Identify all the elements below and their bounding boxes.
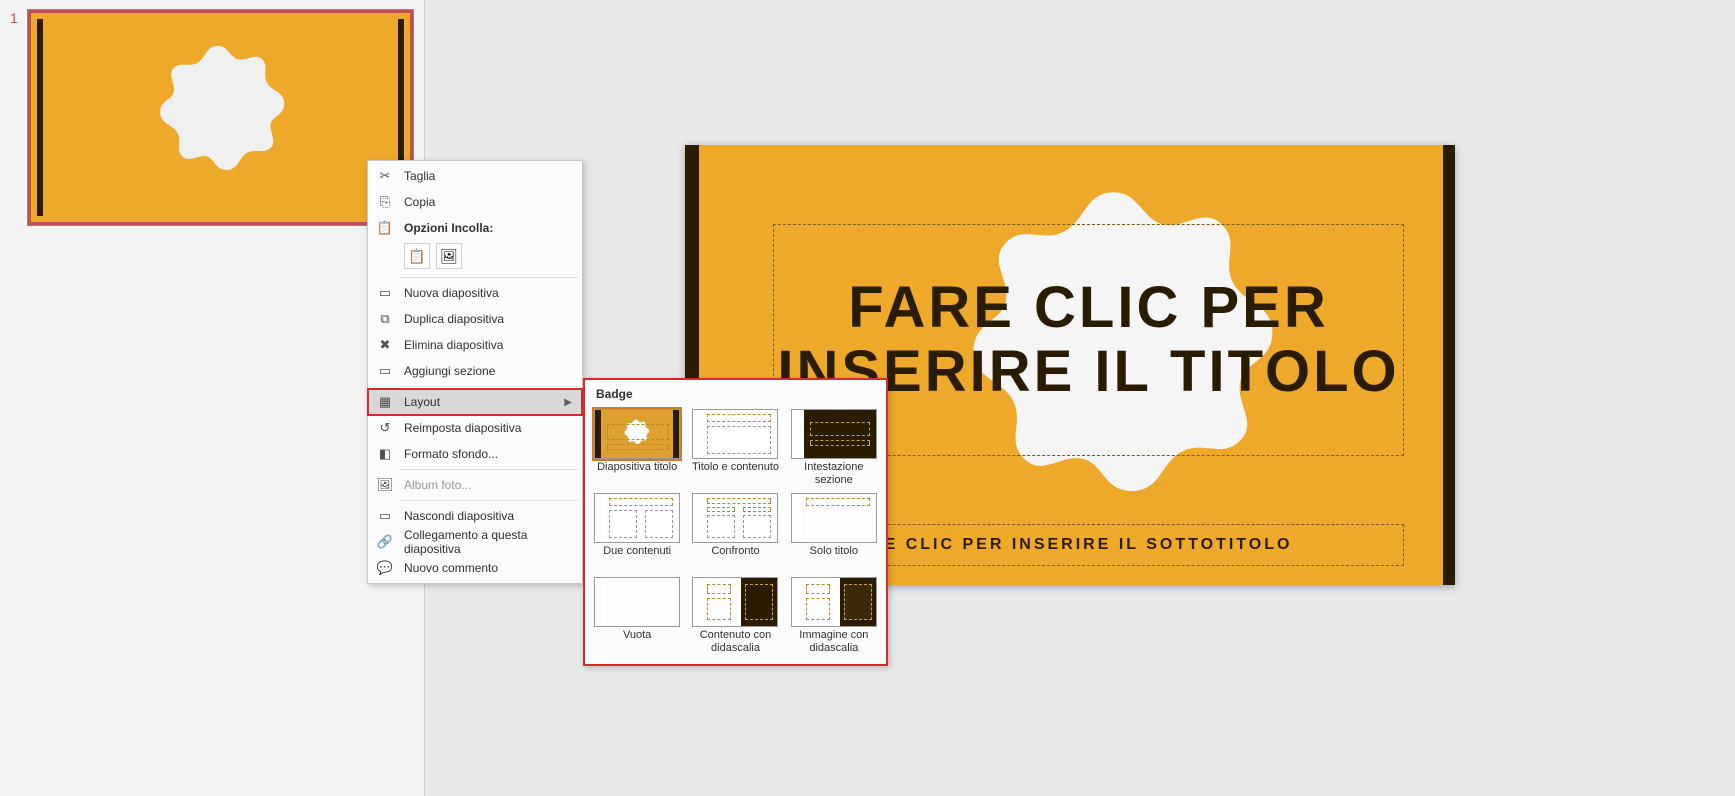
menu-label: Album foto... — [404, 478, 572, 492]
menu-label: Nascondi diapositiva — [404, 509, 572, 523]
layout-preview — [791, 577, 877, 627]
scissors-icon: ✂ — [376, 167, 394, 185]
menu-separator — [400, 500, 578, 501]
delete-icon: ✖ — [376, 336, 394, 354]
slide-context-menu: ✂ Taglia ⎘ Copia 📋 Opzioni Incolla: 📋 🖼 … — [367, 160, 583, 584]
menu-separator — [400, 277, 578, 278]
clipboard-icon: 📋 — [408, 248, 425, 265]
new-slide-icon: ▭ — [376, 284, 394, 302]
layout-option-comparison[interactable]: Confronto — [690, 493, 780, 571]
format-background-icon: ◧ — [376, 445, 394, 463]
menu-link-to-slide[interactable]: 🔗 Collegamento a questa diapositiva — [368, 529, 582, 555]
layout-flyout: Badge Diapositiva titolo Titolo e conten… — [583, 378, 888, 666]
layout-icon: ▦ — [376, 393, 394, 411]
layout-option-two-content[interactable]: Due contenuti — [592, 493, 682, 571]
layout-option-title-only[interactable]: Solo titolo — [789, 493, 879, 571]
layout-label: Titolo e contenuto — [692, 461, 779, 487]
menu-label: Collegamento a questa diapositiva — [404, 528, 572, 556]
photo-album-icon: 🖼 — [376, 476, 394, 494]
layout-option-blank[interactable]: Vuota — [592, 577, 682, 655]
menu-label: Copia — [404, 195, 572, 209]
link-icon: 🔗 — [376, 533, 394, 551]
menu-label: Taglia — [404, 169, 572, 183]
slide-thumbnail-1[interactable] — [28, 10, 413, 225]
menu-label: Nuova diapositiva — [404, 286, 572, 300]
menu-paste-options-header: 📋 Opzioni Incolla: — [368, 215, 582, 241]
menu-separator — [400, 469, 578, 470]
menu-cut[interactable]: ✂ Taglia — [368, 163, 582, 189]
menu-label: Formato sfondo... — [404, 447, 572, 461]
chevron-right-icon: ▶ — [564, 397, 572, 408]
menu-reset-slide[interactable]: ↺ Reimposta diapositiva — [368, 415, 582, 441]
menu-label: Aggiungi sezione — [404, 364, 572, 378]
section-icon: ▭ — [376, 362, 394, 380]
layout-preview — [594, 493, 680, 543]
menu-add-section[interactable]: ▭ Aggiungi sezione — [368, 358, 582, 384]
clipboard-icon: 📋 — [376, 219, 394, 237]
slide-number: 1 — [10, 10, 18, 26]
layout-label: Contenuto con didascalia — [690, 629, 780, 655]
layout-option-section-header[interactable]: Intestazione sezione — [789, 409, 879, 487]
menu-separator — [400, 386, 578, 387]
menu-label: Nuovo commento — [404, 561, 572, 575]
layout-label: Confronto — [711, 545, 759, 571]
layout-preview — [692, 577, 778, 627]
picture-icon: 🖼 — [440, 248, 458, 265]
menu-hide-slide[interactable]: ▭ Nascondi diapositiva — [368, 503, 582, 529]
menu-new-comment[interactable]: 💬 Nuovo commento — [368, 555, 582, 581]
slide-thumbnails-panel: 1 — [0, 0, 425, 796]
layout-label: Intestazione sezione — [789, 461, 879, 487]
menu-label: Layout — [404, 395, 564, 409]
duplicate-icon: ⧉ — [376, 310, 394, 328]
menu-label: Duplica diapositiva — [404, 312, 572, 326]
layout-option-title-slide[interactable]: Diapositiva titolo — [592, 409, 682, 487]
paste-option-picture[interactable]: 🖼 — [436, 243, 462, 269]
layout-option-content-caption[interactable]: Contenuto con didascalia — [690, 577, 780, 655]
layout-label: Diapositiva titolo — [597, 461, 677, 487]
menu-label: Elimina diapositiva — [404, 338, 572, 352]
layout-preview — [791, 493, 877, 543]
slide-thumbnail-content — [37, 19, 404, 216]
menu-format-background[interactable]: ◧ Formato sfondo... — [368, 441, 582, 467]
subtitle-text: E CLIC PER INSERIRE IL SOTTOTITOLO — [885, 536, 1293, 554]
layout-preview — [594, 409, 680, 459]
menu-copy[interactable]: ⎘ Copia — [368, 189, 582, 215]
layout-preview — [791, 409, 877, 459]
menu-delete-slide[interactable]: ✖ Elimina diapositiva — [368, 332, 582, 358]
copy-icon: ⎘ — [376, 193, 394, 211]
badge-shape-icon — [133, 39, 303, 209]
layout-preview — [594, 577, 680, 627]
layout-label: Vuota — [623, 629, 651, 655]
menu-photo-album: 🖼 Album foto... — [368, 472, 582, 498]
layout-preview — [692, 493, 778, 543]
reset-icon: ↺ — [376, 419, 394, 437]
hide-slide-icon: ▭ — [376, 507, 394, 525]
menu-new-slide[interactable]: ▭ Nuova diapositiva — [368, 280, 582, 306]
layout-label: Solo titolo — [810, 545, 858, 571]
layout-label: Immagine con didascalia — [789, 629, 879, 655]
paste-options-row: 📋 🖼 — [368, 241, 582, 275]
menu-label: Opzioni Incolla: — [404, 221, 572, 235]
paste-option-theme[interactable]: 📋 — [404, 243, 430, 269]
menu-layout[interactable]: ▦ Layout ▶ — [368, 389, 582, 415]
menu-label: Reimposta diapositiva — [404, 421, 572, 435]
layout-option-picture-caption[interactable]: Immagine con didascalia — [789, 577, 879, 655]
layout-label: Due contenuti — [603, 545, 671, 571]
comment-icon: 💬 — [376, 559, 394, 577]
layout-option-title-content[interactable]: Titolo e contenuto — [690, 409, 780, 487]
layout-grid: Diapositiva titolo Titolo e contenuto In… — [592, 409, 879, 655]
layout-preview — [692, 409, 778, 459]
menu-duplicate-slide[interactable]: ⧉ Duplica diapositiva — [368, 306, 582, 332]
layout-flyout-title: Badge — [592, 385, 879, 409]
